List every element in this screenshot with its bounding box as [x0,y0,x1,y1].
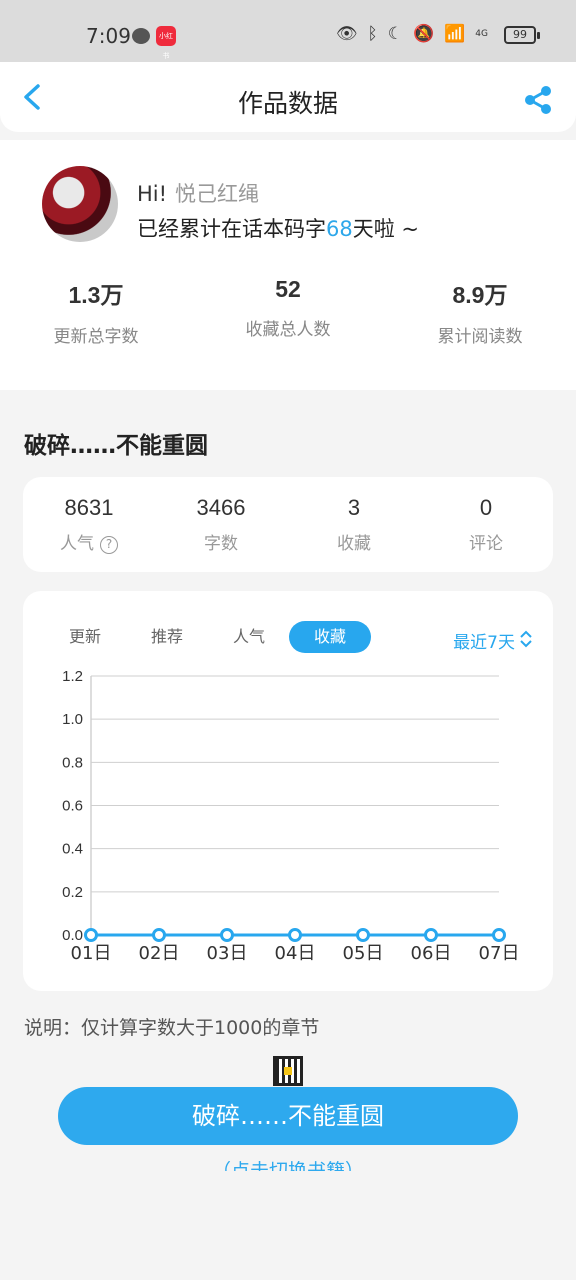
book-stat-popularity: 8631 人气? [39,495,139,554]
battery-icon: 99 [504,26,540,44]
note-text: 说明：仅计算字数大于1000的章节 [24,1017,320,1039]
wifi-icon: 📶 [444,24,466,44]
stat-value: 52 [275,276,301,302]
x-tick-label: 03日 [207,943,248,964]
qr-code-icon[interactable] [273,1056,303,1086]
status-time: 7:09 [86,24,131,48]
stat-total-words: 1.3万 更新总字数 [21,276,171,347]
x-tick-label: 04日 [275,943,316,964]
eye-icon: 👁 [335,24,358,44]
profile-card: Hi! 悦己红绳 已经累计在话本码字68天啦 ~ 1.3万 更新总字数 52 收藏… [0,140,576,390]
book-title: 破碎……不能重圆 [24,433,208,459]
mute-bell-icon: 🔕 [412,24,435,44]
page-title: 作品数据 [237,89,338,118]
x-tick-label: 05日 [343,943,384,964]
stat-total-reads: 8.9万 累计阅读数 [405,276,555,347]
stat-value: 8.9万 [452,282,508,308]
days-count: 68 [326,217,353,241]
data-point [356,928,370,942]
nickname: 悦己红绳 [175,182,260,206]
stat-value: 3 [347,495,361,520]
chart-card: 更新 推荐 人气 收藏 最近7天 0.0 0.2 0.4 0.6 0.8 1.0 1.2 01… [23,591,553,991]
y-tick-label: 1.2 [62,668,83,685]
greeting-text: Hi! [137,182,168,206]
greeting: Hi! 悦己红绳 [137,178,259,208]
stat-label: 收藏总人数 [245,320,331,340]
stat-value: 8631 [64,495,114,520]
stat-label: 更新总字数 [53,327,139,347]
moon-icon: ☾ [387,24,403,44]
help-icon[interactable]: ? [100,536,118,554]
x-tick-label: 02日 [139,943,180,964]
stat-label: 累计阅读数 [437,327,523,347]
book-stat-words: 3466 字数 [171,495,271,554]
status-bar: 7:09 小红书 👁 ᛒ ☾ 🔕 📶 4G 99 [0,0,576,62]
favorites-line-chart: 0.0 0.2 0.4 0.6 0.8 1.0 1.2 01日 02日 03日 04日 05日 06日 0… [62,668,520,964]
data-point [424,928,438,942]
y-tick-label: 0.4 [62,841,83,858]
y-tick-label: 0.0 [62,927,83,944]
stat-value: 1.3万 [68,282,124,308]
switch-book-hint[interactable]: （点击切换书籍） [0,1155,576,1171]
y-tick-label: 0.6 [62,798,83,815]
days-prefix: 已经累计在话本码字 [137,217,326,241]
wechat-icon [132,28,150,44]
y-tick-label: 0.2 [62,884,83,901]
stat-label: 收藏 [337,534,371,554]
data-point [492,928,506,942]
stat-value: 0 [479,495,493,520]
bluetooth-icon: ᛒ [367,24,378,44]
stat-label-text: 人气 [60,534,94,554]
xiaohongshu-icon: 小红书 [156,26,176,60]
writing-days: 已经累计在话本码字68天啦 ~ [137,213,419,243]
share-button[interactable] [522,84,554,116]
book-stat-favorites: 3 收藏 [304,495,404,554]
x-tick-label: 01日 [71,943,112,964]
stat-label: 评论 [469,534,503,554]
network-type: 4G [475,29,488,39]
data-point [288,928,302,942]
stat-total-favorites: 52 收藏总人数 [213,276,363,340]
status-icons: 👁 ᛒ ☾ 🔕 📶 4G [336,24,488,44]
stat-label: 人气? [39,529,139,554]
x-tick-label: 06日 [411,943,452,964]
y-tick-label: 0.8 [62,754,83,771]
stat-value: 3466 [196,495,246,520]
y-tick-label: 1.0 [62,711,83,728]
data-point [84,928,98,942]
data-point [152,928,166,942]
book-stat-comments: 0 评论 [436,495,536,554]
book-stats-card: 8631 人气? 3466 字数 3 收藏 0 评论 [23,477,553,572]
days-suffix: 天啦 ~ [352,217,420,241]
stat-label: 字数 [204,534,238,554]
page-header: 作品数据 [0,62,576,132]
avatar[interactable] [42,166,118,242]
switch-book-button[interactable]: 破碎……不能重圆 [58,1087,518,1145]
data-point [220,928,234,942]
x-tick-label: 07日 [479,943,520,964]
